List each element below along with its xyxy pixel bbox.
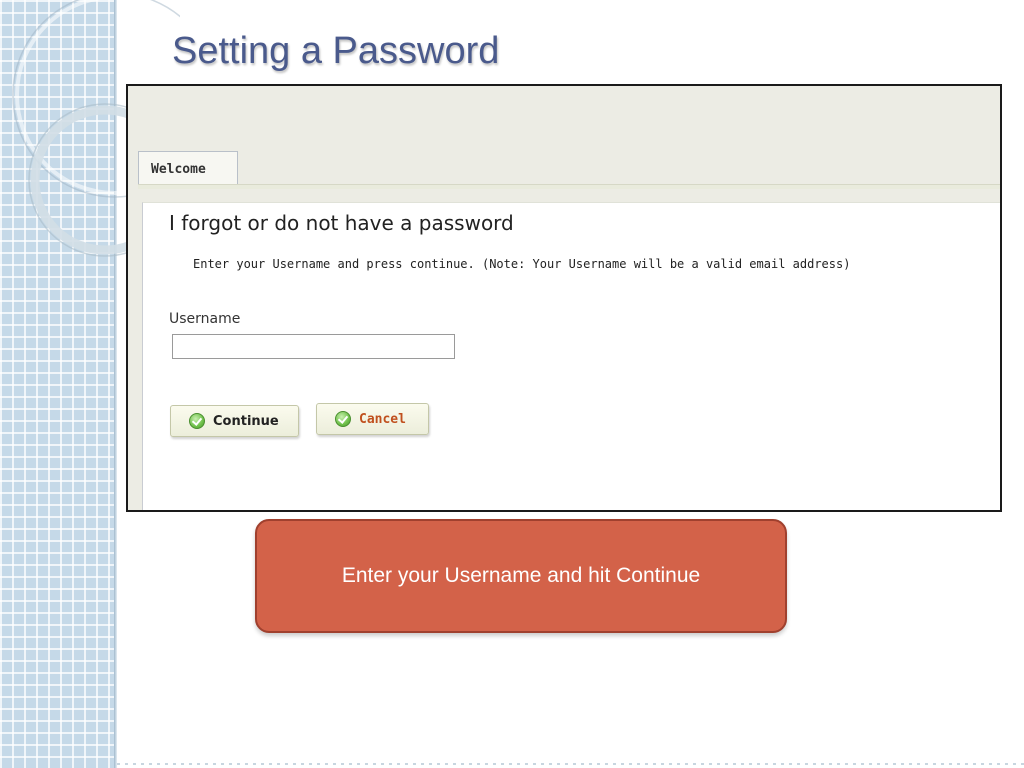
form-instruction: Enter your Username and press continue. … [193,257,851,271]
form-heading: I forgot or do not have a password [169,211,514,235]
slide: Setting a Password Welcome I forgot or d… [0,0,1024,768]
app-screenshot: Welcome I forgot or do not have a passwo… [126,84,1002,512]
continue-button[interactable]: Continue [170,405,299,437]
slide-title: Setting a Password [172,30,500,72]
check-circle-icon [335,411,351,427]
username-input[interactable] [172,334,455,359]
cancel-button[interactable]: Cancel [316,403,429,435]
cancel-button-label: Cancel [359,411,406,427]
forgot-password-panel: I forgot or do not have a password Enter… [142,202,1000,510]
continue-button-label: Continue [213,413,279,429]
check-circle-icon [189,413,205,429]
username-label: Username [169,311,241,327]
tab-bar [128,86,1000,186]
tab-welcome[interactable]: Welcome [138,151,238,185]
instruction-callout: Enter your Username and hit Continue [255,519,787,633]
bottom-dotted-line [117,763,1024,765]
tab-underline [138,184,1000,189]
callout-text: Enter your Username and hit Continue [341,564,701,587]
